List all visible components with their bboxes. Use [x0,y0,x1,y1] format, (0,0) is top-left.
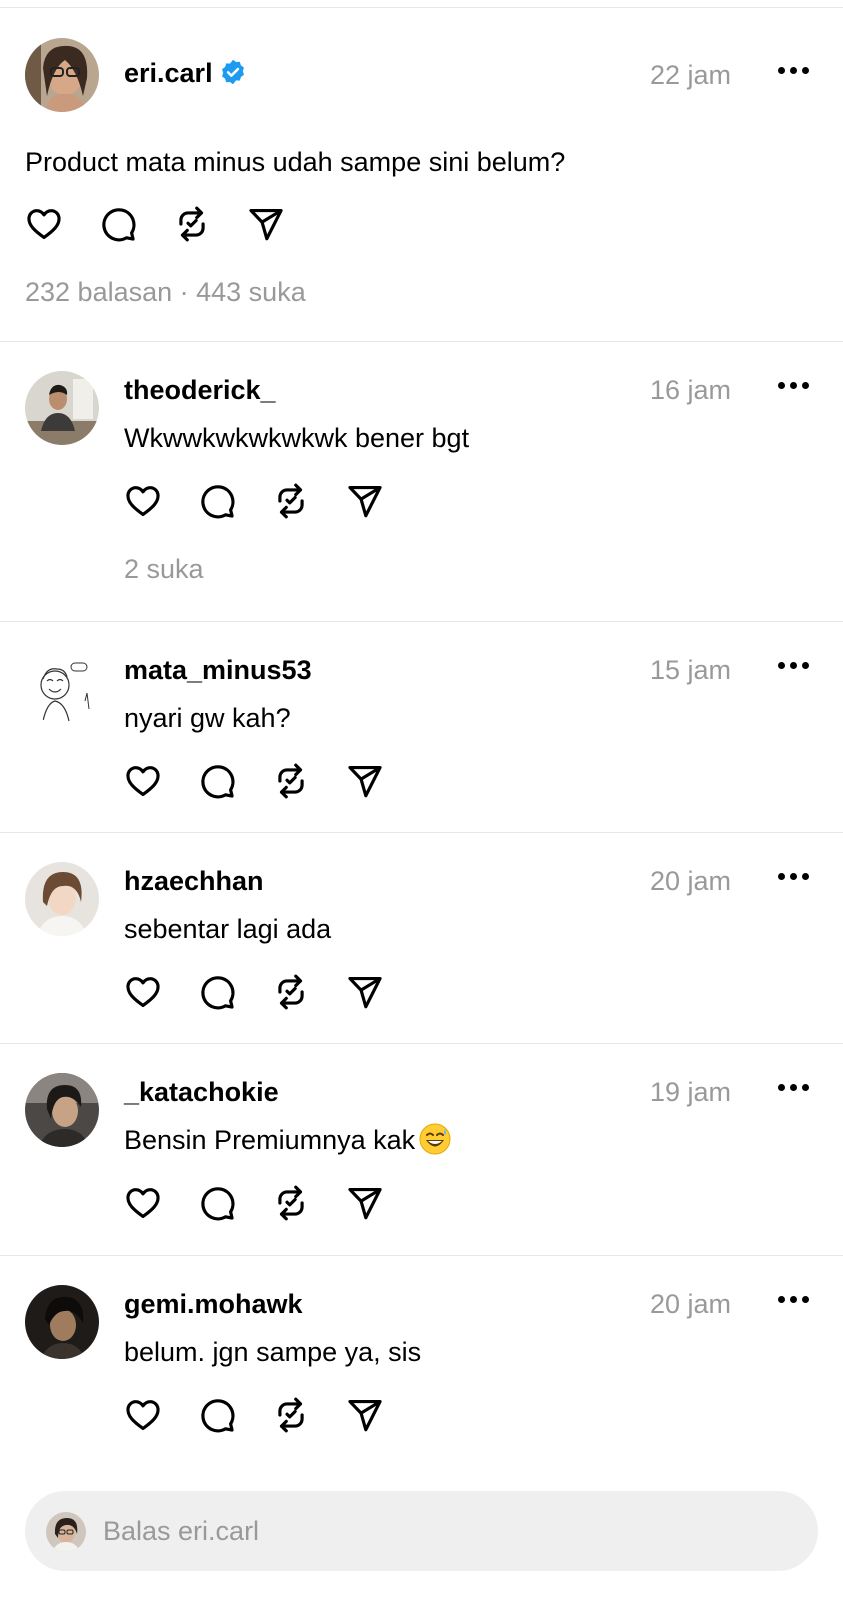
comment-icon [198,1184,236,1222]
like-button[interactable] [124,1395,198,1435]
share-icon [346,1184,384,1222]
reply-button[interactable] [198,481,272,521]
reply-input[interactable] [103,1491,793,1571]
more-icon[interactable] [778,869,812,883]
heart-icon [124,973,162,1011]
reply-text: belum. jgn sampe ya, sis [124,1337,422,1367]
more-icon[interactable] [778,1292,812,1306]
more-icon[interactable] [778,1080,812,1094]
repost-button[interactable] [272,761,346,801]
username-text[interactable]: eri.carl [124,58,213,88]
repost-button[interactable] [173,204,247,244]
username[interactable]: eri.carl [124,57,247,89]
reply-text: Wkwwkwkwkwkwk bener bgt [124,423,470,453]
reply-button[interactable] [99,204,173,244]
grinning-sweat-emoji [419,1123,451,1155]
avatar[interactable] [25,38,99,112]
reply-item: gemi.mohawk 20 jam belum. jgn sampe ya, … [0,1255,843,1465]
heart-icon [124,1396,162,1434]
heart-icon [124,482,162,520]
heart-icon [124,1184,162,1222]
like-button[interactable] [124,481,198,521]
like-button[interactable] [25,204,99,244]
comment-icon [198,1396,236,1434]
avatar[interactable] [25,371,99,445]
share-icon [346,973,384,1011]
reply-text: Bensin Premiumnya kak [124,1123,451,1157]
heart-icon [124,762,162,800]
reply-stats[interactable]: 2 suka [124,553,204,585]
reply-text: sebentar lagi ada [124,914,332,944]
reply-item: theoderick_ 16 jam Wkwwkwkwkwkwk bener b… [0,341,843,621]
repost-icon [272,1396,310,1434]
username[interactable]: mata_minus53 [124,654,312,686]
timestamp: 22 jam [649,60,731,90]
share-icon [346,762,384,800]
reply-composer[interactable] [25,1491,818,1571]
comment-icon [198,973,236,1011]
avatar[interactable] [25,1073,99,1147]
reply-item: mata_minus53 15 jam nyari gw kah? [0,621,843,832]
comment-icon [99,205,137,243]
more-icon[interactable] [778,63,812,77]
comment-icon [198,482,236,520]
reply-button[interactable] [198,1183,272,1223]
share-button[interactable] [346,481,420,521]
reply-item: _katachokie 19 jam Bensin Premiumnya kak [0,1043,843,1255]
share-icon [247,205,285,243]
repost-icon [272,762,310,800]
share-button[interactable] [346,1395,420,1435]
share-icon [346,1396,384,1434]
verified-icon [221,59,244,85]
share-button[interactable] [247,204,321,244]
repost-button[interactable] [272,972,346,1012]
repost-icon [272,482,310,520]
timestamp: 16 jam [649,375,731,405]
avatar[interactable] [25,862,99,936]
timestamp: 19 jam [649,1077,731,1107]
timestamp: 20 jam [649,866,731,896]
current-user-avatar [46,1512,86,1552]
reply-text: nyari gw kah? [124,703,291,733]
action-bar [124,481,420,521]
reply-button[interactable] [198,1395,272,1435]
reply-text-content: Bensin Premiumnya kak [124,1125,416,1155]
repost-button[interactable] [272,1183,346,1223]
post-stats[interactable]: 232 balasan · 443 suka [25,276,306,308]
timestamp: 15 jam [649,655,731,685]
action-bar [124,1395,420,1435]
username[interactable]: _katachokie [124,1076,279,1108]
more-icon[interactable] [778,378,812,392]
action-bar [124,1183,420,1223]
like-button[interactable] [124,761,198,801]
action-bar [124,972,420,1012]
repost-icon [173,205,211,243]
username[interactable]: hzaechhan [124,865,264,897]
comment-icon [198,762,236,800]
heart-icon [25,205,63,243]
share-icon [346,482,384,520]
action-bar [25,204,321,244]
reply-button[interactable] [198,972,272,1012]
more-icon[interactable] [778,658,812,672]
repost-button[interactable] [272,481,346,521]
repost-icon [272,1184,310,1222]
share-button[interactable] [346,1183,420,1223]
repost-button[interactable] [272,1395,346,1435]
original-post: eri.carl 22 jam Product mata minus udah … [0,8,843,348]
like-button[interactable] [124,972,198,1012]
share-button[interactable] [346,972,420,1012]
reply-item: hzaechhan 20 jam sebentar lagi ada [0,832,843,1043]
timestamp: 20 jam [649,1289,731,1319]
like-button[interactable] [124,1183,198,1223]
avatar[interactable] [25,1285,99,1359]
repost-icon [272,973,310,1011]
share-button[interactable] [346,761,420,801]
action-bar [124,761,420,801]
username[interactable]: gemi.mohawk [124,1288,303,1320]
username[interactable]: theoderick_ [124,374,276,406]
avatar[interactable] [25,651,99,725]
reply-button[interactable] [198,761,272,801]
post-text: Product mata minus udah sampe sini belum… [25,147,566,177]
